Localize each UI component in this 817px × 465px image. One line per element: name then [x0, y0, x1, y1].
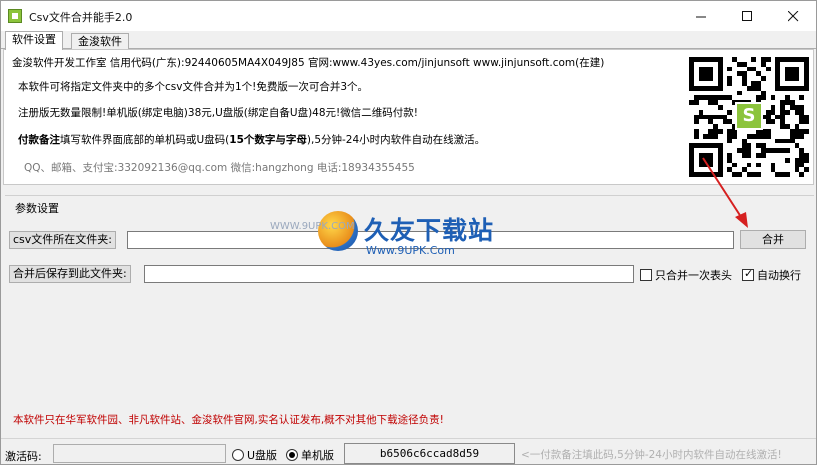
title-bar: Csv文件合并能手2.0	[1, 1, 816, 31]
csv-folder-button[interactable]: csv文件所在文件夹:	[9, 231, 116, 249]
checkbox-box	[742, 267, 754, 281]
close-button[interactable]	[770, 1, 816, 31]
payment-note-title: 付款备注	[18, 134, 60, 146]
auto-newline-checkbox[interactable]: 自动换行	[742, 267, 801, 283]
merge-button[interactable]: 合并	[740, 230, 806, 249]
close-icon	[787, 10, 798, 21]
wechat-qr-code	[685, 53, 813, 181]
payment-note-code-format: 15个数字与字母	[229, 134, 307, 146]
activation-code-label: 激活码:	[5, 450, 42, 463]
csv-folder-input[interactable]	[127, 231, 734, 249]
machine-code-field[interactable]: b6506c6ccad8d59	[344, 443, 515, 464]
qr-module	[804, 172, 809, 177]
usb-version-radio[interactable]: U盘版	[232, 447, 277, 463]
app-window: Csv文件合并能手2.0 软件设置 金浚软件 金浚软件开发工作室 信用代码(广东…	[0, 0, 817, 465]
bottom-bar: 激活码: U盘版 单机版 b6506c6ccad8d59 <一付款备注填此码,5…	[1, 438, 816, 465]
tab-bar: 软件设置 金浚软件	[1, 31, 816, 50]
pricing-info: 注册版无数量限制!单机版(绑定电脑)38元,U盘版(绑定自备U盘)48元!微信二…	[18, 107, 418, 119]
activation-code-input[interactable]	[53, 444, 226, 463]
minimize-icon	[695, 16, 706, 17]
single-version-label: 单机版	[301, 449, 334, 462]
contact-info: QQ、邮箱、支付宝:332092136@qq.com 微信:hangzhong …	[24, 162, 415, 174]
save-folder-button[interactable]: 合并后保存到此文件夹:	[9, 265, 131, 283]
usb-version-label: U盘版	[247, 449, 278, 462]
auto-newline-label: 自动换行	[757, 269, 801, 282]
payment-note: 付款备注填写软件界面底部的单机码或U盘码(15个数字与字母),5分钟-24小时内…	[18, 132, 485, 147]
machine-code-hint: <一付款备注填此码,5分钟-24小时内软件自动在线激活!	[521, 449, 782, 461]
single-version-radio[interactable]: 单机版	[286, 447, 334, 463]
merge-header-once-checkbox[interactable]: 只合并一次表头	[640, 267, 732, 283]
save-folder-input[interactable]	[144, 265, 634, 283]
payment-note-text: 填写软件界面底部的单机码或U盘码(	[60, 134, 230, 146]
feature-description: 本软件可将指定文件夹中的多个csv文件合并为1个!免费版一次可合并3个。	[18, 81, 369, 93]
distribution-notice: 本软件只在华军软件园、非凡软件站、金浚软件官网,实名认证发布,概不对其他下载途径…	[13, 414, 444, 426]
radio-dot	[286, 449, 298, 461]
window-title: Csv文件合并能手2.0	[29, 11, 133, 24]
minimize-button[interactable]	[678, 1, 724, 31]
checkbox-box	[640, 269, 652, 281]
tab-settings[interactable]: 软件设置	[5, 31, 63, 50]
params-group-title: 参数设置	[13, 200, 61, 216]
merge-header-once-label: 只合并一次表头	[655, 269, 732, 282]
tab-jinjun-software[interactable]: 金浚软件	[71, 33, 129, 49]
payment-note-end: ),5分钟-24小时内软件自动在线激活。	[306, 134, 486, 146]
radio-dot	[232, 449, 244, 461]
maximize-icon	[741, 10, 752, 21]
qr-logo-icon	[735, 102, 763, 130]
company-info: 金浚软件开发工作室 信用代码(广东):92440605MA4X049J85 官网…	[12, 57, 605, 69]
maximize-button[interactable]	[724, 1, 770, 31]
app-logo-icon	[8, 9, 22, 23]
